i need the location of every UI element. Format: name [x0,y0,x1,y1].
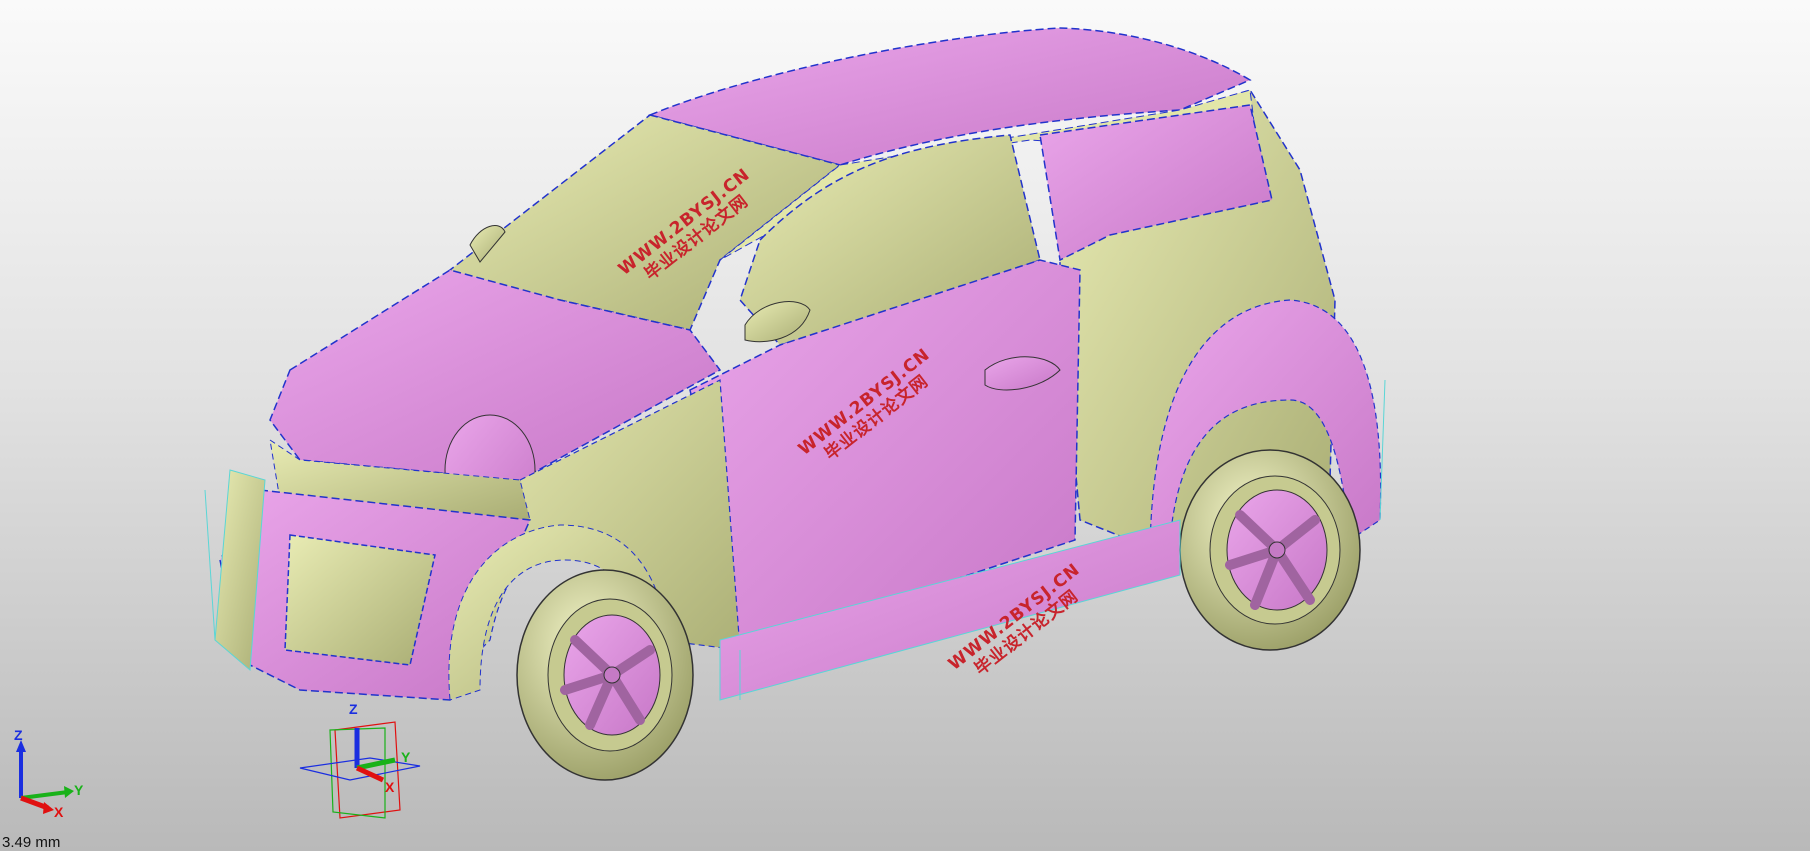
front-wheel [516,569,694,781]
rear-wheel [1179,449,1361,651]
origin-y-label: Y [401,749,411,765]
3d-viewport[interactable]: Z Y X Z Y X WWW.2BYSJ.CN 毕业设计论文网 WWW.2BY… [0,0,1810,851]
triad-z-label: Z [14,728,23,743]
grille [284,534,436,666]
origin-x-label: X [385,779,395,795]
view-triad-icon[interactable]: Z Y X [8,728,88,818]
car-model[interactable] [0,0,1810,851]
scale-readout: 3.49 mm [2,834,61,851]
triad-x-label: X [54,804,64,818]
triad-y-label: Y [74,782,84,798]
origin-csys-icon[interactable]: Z Y X [295,700,425,825]
origin-z-label: Z [349,701,358,717]
